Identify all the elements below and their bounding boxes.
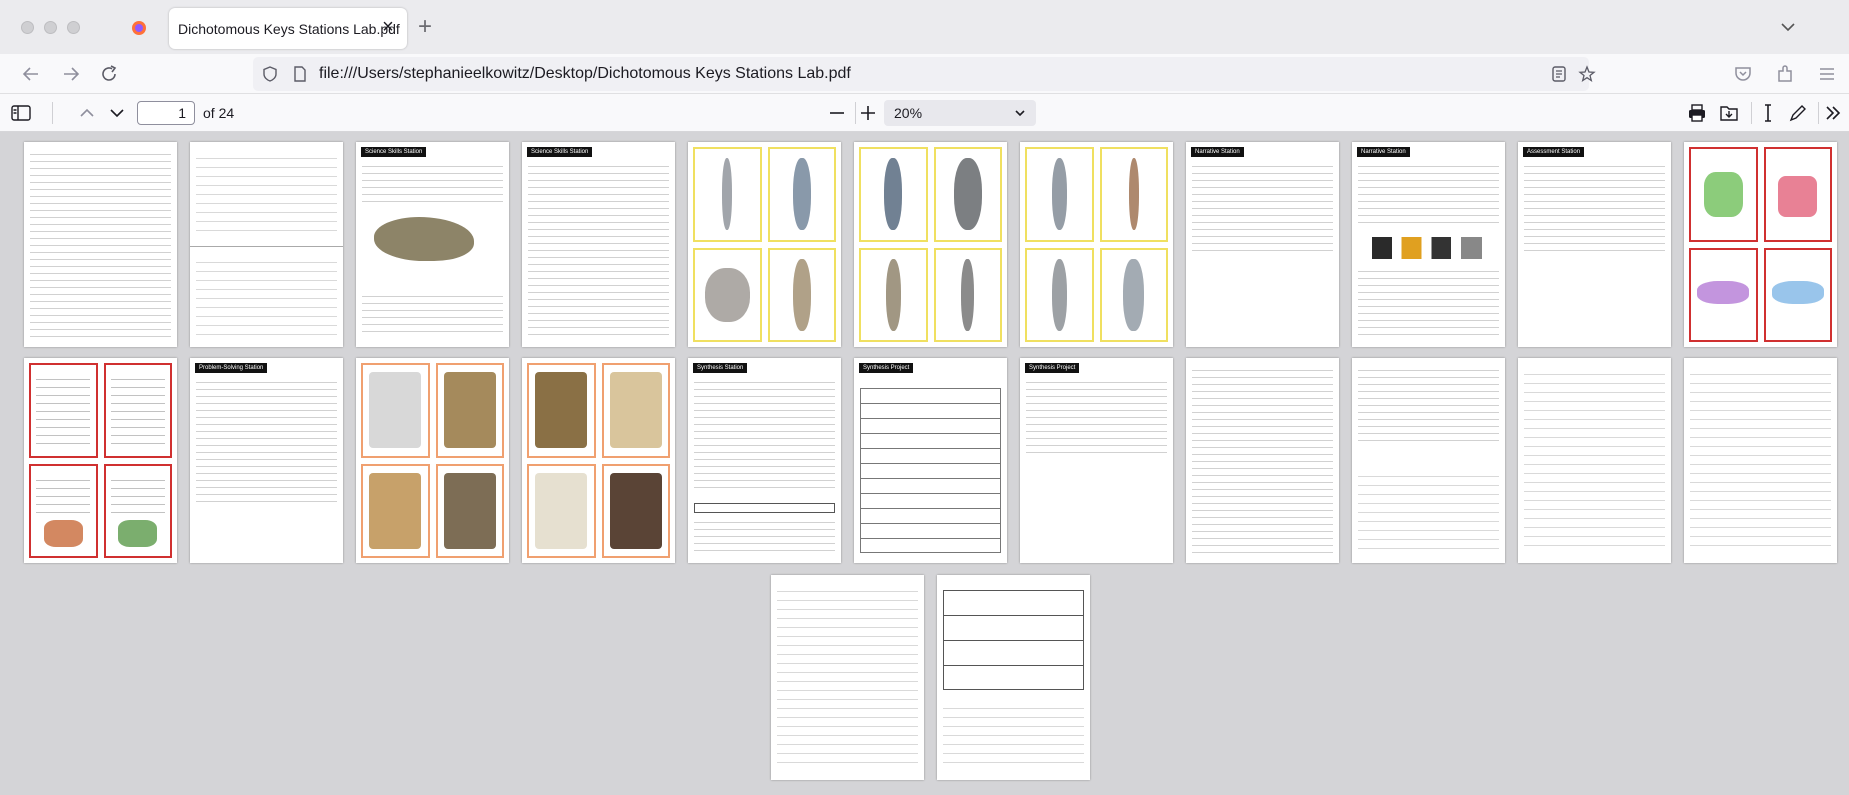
toolbar-divider — [1751, 102, 1752, 124]
pdf-page-thumbnail[interactable]: Narrative Station — [1352, 142, 1505, 347]
pdf-page-thumbnail[interactable] — [356, 358, 509, 563]
pdf-page-thumbnail[interactable] — [24, 358, 177, 563]
page-header-label: Science Skills Station — [361, 147, 427, 157]
firefox-view-icon[interactable] — [131, 20, 147, 36]
minimize-window-button[interactable] — [44, 21, 57, 34]
pdf-page-thumbnail[interactable] — [522, 358, 675, 563]
zoom-select[interactable]: 20% — [884, 100, 1036, 126]
chevron-up-icon[interactable] — [75, 101, 99, 125]
new-tab-button[interactable]: + — [418, 14, 432, 40]
bookmark-star-icon[interactable] — [1578, 65, 1596, 83]
toolbar-divider — [52, 102, 53, 124]
menu-icon[interactable] — [1815, 62, 1839, 86]
chevron-down-icon[interactable] — [105, 101, 129, 125]
tab-active[interactable]: Dichotomous Keys Stations Lab.pdf × — [169, 8, 407, 49]
pdf-page-thumbnail[interactable] — [937, 575, 1090, 780]
pdf-page-thumbnail[interactable] — [1518, 358, 1671, 563]
pdf-page-thumbnail[interactable]: Science Skills Station — [522, 142, 675, 347]
pdf-page-thumbnail[interactable] — [1020, 142, 1173, 347]
reader-view-icon[interactable] — [1550, 65, 1568, 83]
download-icon[interactable] — [1717, 101, 1741, 125]
pdf-page-thumbnail[interactable] — [688, 142, 841, 347]
extensions-icon[interactable] — [1773, 62, 1797, 86]
page-header-label: Assessment Station — [1523, 147, 1585, 157]
pdf-page-thumbnail[interactable]: Science Skills Station — [356, 142, 509, 347]
tab-strip: Dichotomous Keys Stations Lab.pdf × + — [0, 0, 1849, 54]
pdf-toolbar: 1 of 24 20% — [0, 94, 1849, 132]
pdf-page-thumbnail[interactable]: Synthesis Project — [1020, 358, 1173, 563]
url-text[interactable]: file:///Users/stephanieelkowitz/Desktop/… — [319, 65, 851, 83]
nav-bar: file:///Users/stephanieelkowitz/Desktop/… — [0, 54, 1849, 94]
maximize-window-button[interactable] — [67, 21, 80, 34]
page-header-label: Synthesis Project — [1025, 363, 1080, 373]
pdf-page-thumbnail[interactable]: Problem-Solving Station — [190, 358, 343, 563]
toolbar-divider — [1818, 102, 1819, 124]
pdf-page-thumbnail[interactable]: Narrative Station — [1186, 142, 1339, 347]
zoom-value: 20% — [894, 105, 923, 121]
zoom-out-icon[interactable] — [825, 101, 849, 125]
page-header-label: Narrative Station — [1191, 147, 1244, 157]
page-number-input[interactable]: 1 — [137, 101, 195, 125]
pdf-viewer[interactable]: Science Skills Station Science Skills St… — [0, 132, 1849, 795]
forward-arrow-icon[interactable] — [59, 62, 83, 86]
file-icon — [294, 66, 306, 82]
pdf-page-thumbnail[interactable] — [1186, 358, 1339, 563]
pdf-page-thumbnail[interactable] — [854, 142, 1007, 347]
print-icon[interactable] — [1685, 101, 1709, 125]
text-cursor-icon[interactable] — [1756, 101, 1780, 125]
tab-close-button[interactable]: × — [376, 16, 400, 40]
pdf-page-thumbnail[interactable]: Synthesis Station — [688, 358, 841, 563]
pdf-page-thumbnail[interactable] — [1684, 142, 1837, 347]
reload-icon[interactable] — [97, 62, 121, 86]
pocket-icon[interactable] — [1731, 62, 1755, 86]
pdf-page-thumbnail[interactable] — [1684, 358, 1837, 563]
page-header-label: Problem-Solving Station — [195, 363, 268, 373]
sidebar-toggle-icon[interactable] — [9, 101, 33, 125]
zoom-in-icon[interactable] — [856, 101, 880, 125]
shield-icon[interactable] — [261, 65, 279, 83]
url-bar[interactable]: file:///Users/stephanieelkowitz/Desktop/… — [253, 57, 1596, 91]
back-arrow-icon[interactable] — [19, 62, 43, 86]
page-header-label: Narrative Station — [1357, 147, 1410, 157]
double-chevron-right-icon[interactable] — [1821, 101, 1845, 125]
pdf-page-thumbnail[interactable]: Assessment Station — [1518, 142, 1671, 347]
draw-pencil-icon[interactable] — [1786, 101, 1810, 125]
chevron-down-icon[interactable] — [1778, 17, 1798, 37]
page-count-label: of 24 — [203, 105, 235, 121]
tab-title: Dichotomous Keys Stations Lab.pdf — [178, 21, 400, 37]
page-header-label: Synthesis Project — [859, 363, 914, 373]
pdf-page-thumbnail[interactable] — [771, 575, 924, 780]
pdf-page-thumbnail[interactable] — [24, 142, 177, 347]
page-header-label: Synthesis Station — [693, 363, 748, 373]
pdf-page-thumbnail[interactable] — [190, 142, 343, 347]
pdf-page-thumbnail[interactable] — [1352, 358, 1505, 563]
page-header-label: Science Skills Station — [527, 147, 593, 157]
pdf-page-thumbnail[interactable]: Synthesis Project — [854, 358, 1007, 563]
chevron-down-icon — [1015, 110, 1025, 117]
close-window-button[interactable] — [21, 21, 34, 34]
